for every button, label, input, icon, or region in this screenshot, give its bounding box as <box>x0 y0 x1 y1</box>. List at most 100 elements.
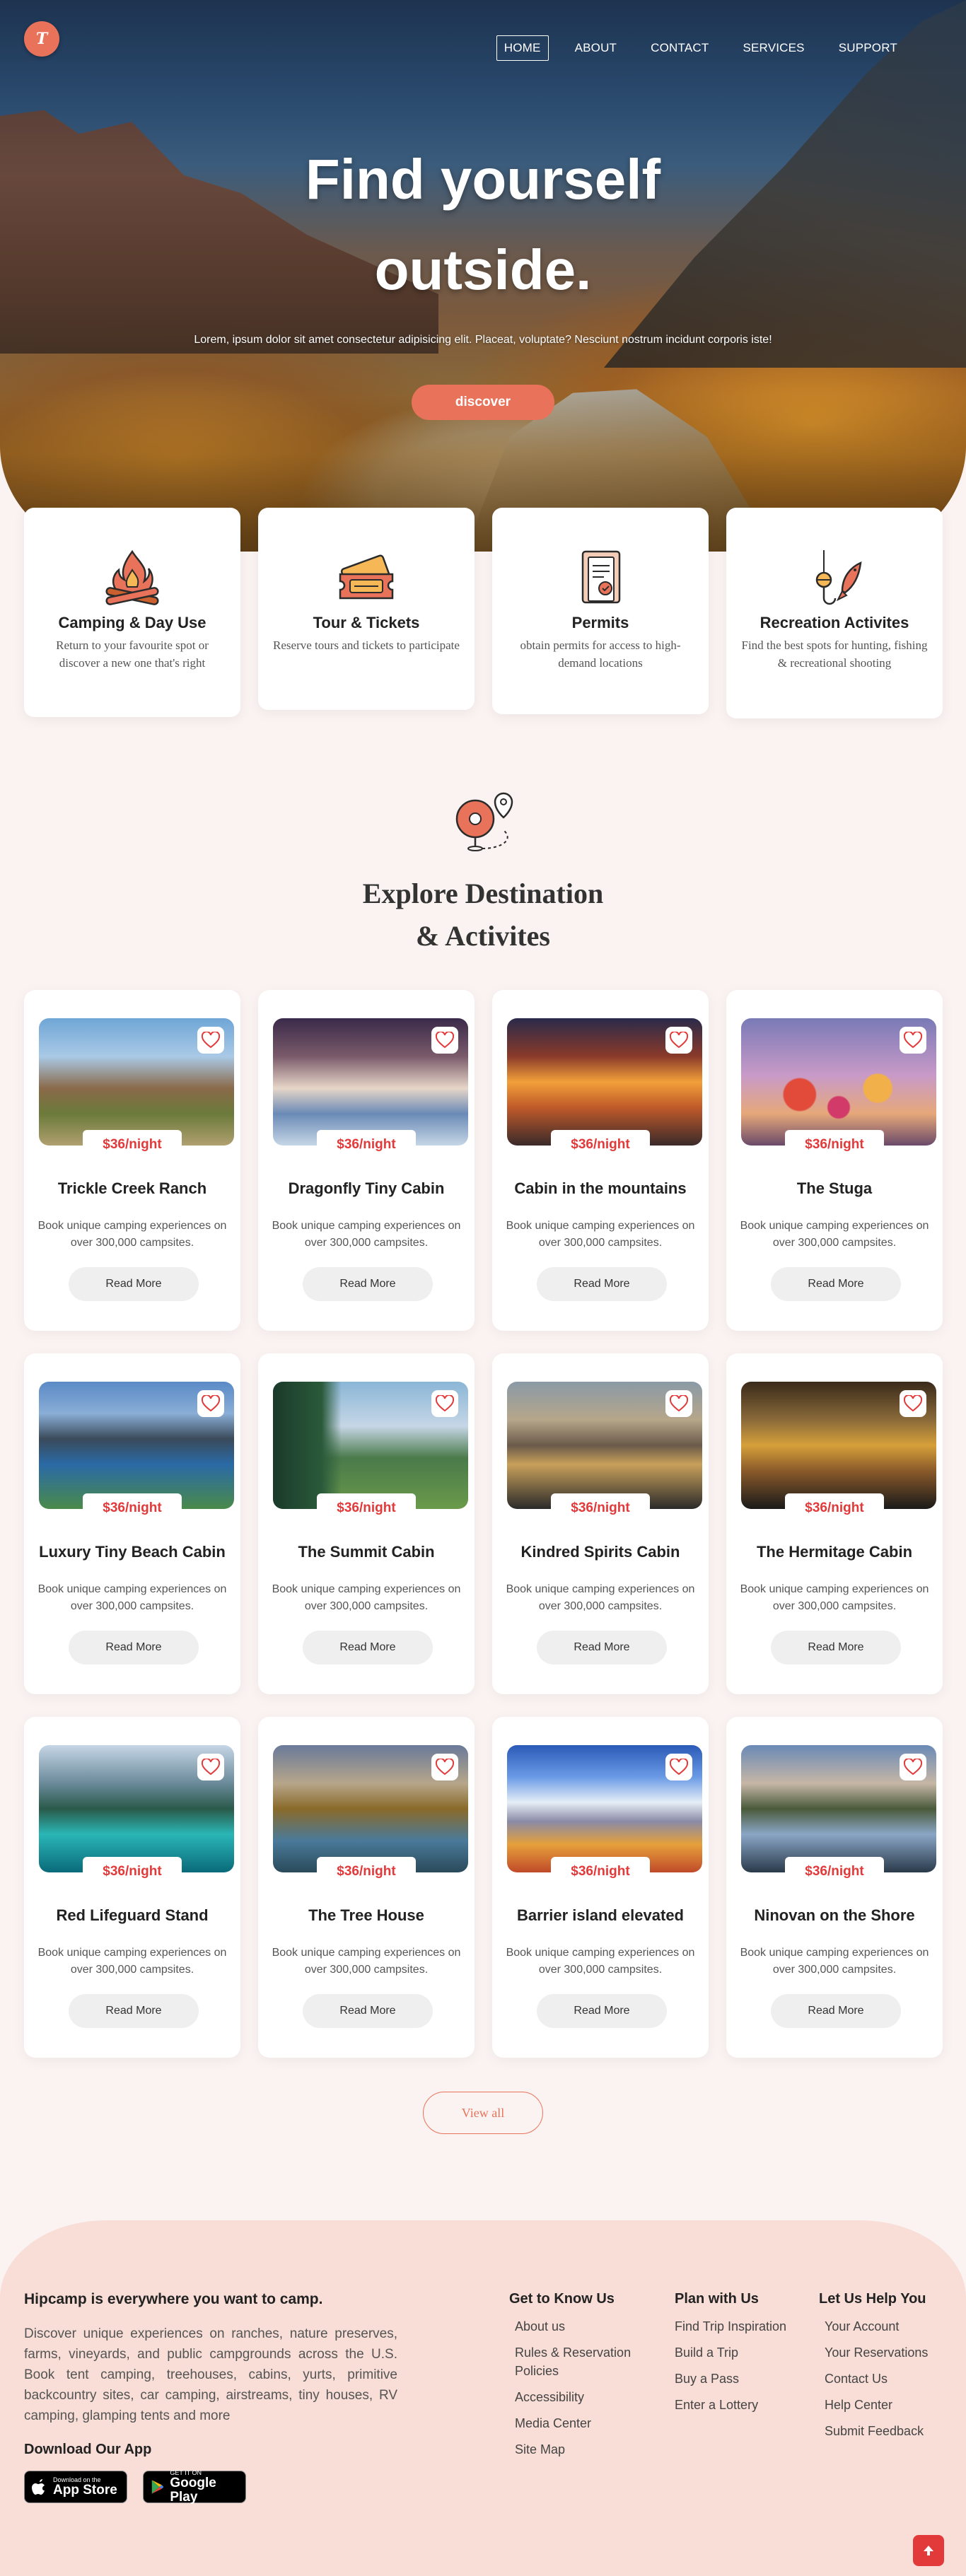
service-card-recreation[interactable]: Recreation Activites Find the best spots… <box>726 508 943 718</box>
site-logo[interactable]: T <box>24 21 59 57</box>
read-more-button[interactable]: Read More <box>303 1994 433 2028</box>
footer-link-your-account[interactable]: Your Account <box>819 2317 953 2336</box>
destination-desc: Book unique camping experiences on over … <box>740 1947 929 1976</box>
scroll-to-top-button[interactable] <box>913 2535 944 2566</box>
destination-name: Luxury Tiny Beach Cabin <box>39 1543 226 1561</box>
read-more-button[interactable]: Read More <box>771 1267 901 1301</box>
favorite-button[interactable] <box>431 1754 458 1781</box>
destination-name: Barrier island elevated <box>516 1906 684 1924</box>
favorite-button[interactable] <box>900 1754 926 1781</box>
destination-image <box>273 1745 468 1872</box>
destination-card[interactable]: $36/night Barrier island elevated Book uni… <box>492 1717 709 2058</box>
footer-link-enter-lottery[interactable]: Enter a Lottery <box>669 2396 810 2414</box>
app-store-button[interactable]: Download on the App Store <box>24 2471 127 2503</box>
destination-card[interactable]: $36/night Cabin in the mountains Book uniq… <box>492 990 709 1331</box>
service-title: Camping & Day Use <box>58 614 206 631</box>
nav-home[interactable]: HOME <box>496 35 549 61</box>
destination-name: The Hermitage Cabin <box>756 1543 913 1561</box>
destination-name: Kindred Spirits Cabin <box>520 1543 680 1561</box>
footer-link-submit-feedback[interactable]: Submit Feedback <box>819 2422 953 2440</box>
favorite-button[interactable] <box>197 1390 224 1417</box>
nav-about[interactable]: ABOUT <box>567 35 625 61</box>
read-more-button[interactable]: Read More <box>537 1267 667 1301</box>
destination-name: Ninovan on the Shore <box>754 1906 915 1924</box>
service-card-camping[interactable]: Camping & Day Use Return to your favouri… <box>24 508 240 717</box>
nav-support[interactable]: SUPPORT <box>831 35 905 61</box>
destination-card[interactable]: $36/night Dragonfly Tiny Cabin Book unique… <box>258 990 475 1331</box>
footer-link-about-us[interactable]: About us <box>509 2317 651 2336</box>
service-card-tickets[interactable]: Tour & Tickets Reserve tours and tickets… <box>258 508 475 710</box>
destination-card[interactable]: $36/night Luxury Tiny Beach Cabin Book uni… <box>24 1353 240 1694</box>
heart-icon <box>904 1395 922 1412</box>
destination-card[interactable]: $36/night The Stuga Book unique camping ex… <box>726 990 943 1331</box>
destination-card[interactable]: $36/night The Tree House Book unique campi… <box>258 1717 475 2058</box>
destination-card[interactable]: $36/night The Summit Cabin Book unique cam… <box>258 1353 475 1694</box>
hero-title-line-2: outside. <box>374 238 592 301</box>
read-more-button[interactable]: Read More <box>69 1267 199 1301</box>
google-play-big: Google Play <box>170 2476 216 2505</box>
footer-link-site-map[interactable]: Site Map <box>509 2440 651 2459</box>
favorite-button[interactable] <box>197 1027 224 1054</box>
favorite-button[interactable] <box>431 1027 458 1054</box>
read-more-button[interactable]: Read More <box>303 1631 433 1665</box>
favorite-button[interactable] <box>431 1390 458 1417</box>
service-text: Find the best spots for hunting, fishing… <box>741 639 928 670</box>
destination-price: $36/night <box>317 1130 416 1158</box>
arrow-up-icon <box>924 2546 933 2555</box>
discover-button[interactable]: discover <box>412 385 554 420</box>
footer-link-build-trip[interactable]: Build a Trip <box>669 2343 810 2362</box>
heart-icon <box>436 1395 454 1412</box>
heart-icon <box>202 1032 220 1049</box>
destination-price: $36/night <box>317 1857 416 1885</box>
destination-desc: Book unique camping experiences on over … <box>506 1220 695 1249</box>
favorite-button[interactable] <box>197 1754 224 1781</box>
favorite-button[interactable] <box>900 1390 926 1417</box>
footer-link-your-reservations[interactable]: Your Reservations <box>819 2343 953 2362</box>
destination-card[interactable]: $36/night Red Lifeguard Stand Book unique … <box>24 1717 240 2058</box>
service-card-permits[interactable]: Permits obtain permits for access to hig… <box>492 508 709 714</box>
nav-contact[interactable]: CONTACT <box>643 35 716 61</box>
app-store-badges: Download on the App Store GET IT ON Goog… <box>24 2469 397 2505</box>
footer-link-accessibility[interactable]: Accessibility <box>509 2388 651 2406</box>
service-title: Tour & Tickets <box>313 614 420 631</box>
favorite-button[interactable] <box>665 1754 692 1781</box>
read-more-button[interactable]: Read More <box>771 1994 901 2028</box>
view-all-button[interactable]: View all <box>423 2092 543 2134</box>
read-more-button[interactable]: Read More <box>537 1994 667 2028</box>
footer-link-help-center[interactable]: Help Center <box>819 2396 953 2414</box>
destination-card[interactable]: $36/night Ninovan on the Shore Book unique… <box>726 1717 943 2058</box>
destination-name: The Stuga <box>796 1179 873 1197</box>
logo-letter: T <box>35 30 48 48</box>
destination-name: Trickle Creek Ranch <box>57 1179 207 1197</box>
favorite-button[interactable] <box>665 1027 692 1054</box>
read-more-button[interactable]: Read More <box>69 1631 199 1665</box>
read-more-button[interactable]: Read More <box>771 1631 901 1665</box>
favorite-button[interactable] <box>900 1027 926 1054</box>
destination-price: $36/night <box>83 1493 182 1522</box>
read-more-button[interactable]: Read More <box>537 1631 667 1665</box>
explore-title: Explore Destination & Activites <box>0 873 966 957</box>
favorite-button[interactable] <box>665 1390 692 1417</box>
services-section: Camping & Day Use Return to your favouri… <box>24 508 943 720</box>
destination-desc: Book unique camping experiences on over … <box>506 1583 695 1612</box>
destination-desc: Book unique camping experiences on over … <box>740 1220 929 1249</box>
destination-image <box>507 1745 702 1872</box>
read-more-button[interactable]: Read More <box>303 1267 433 1301</box>
footer-col-help: Let Us Help You Your Account Your Reserv… <box>819 2291 953 2448</box>
destination-card[interactable]: $36/night Trickle Creek Ranch Book unique … <box>24 990 240 1331</box>
footer-link-trip-inspiration[interactable]: Find Trip Inspiration <box>669 2317 810 2336</box>
destination-image <box>273 1382 468 1509</box>
destination-card[interactable]: $36/night Kindred Spirits Cabin Book uniqu… <box>492 1353 709 1694</box>
nav-services[interactable]: SERVICES <box>735 35 812 61</box>
destination-name: The Tree House <box>308 1906 424 1924</box>
destination-desc: Book unique camping experiences on over … <box>272 1583 461 1612</box>
read-more-button[interactable]: Read More <box>69 1994 199 2028</box>
destination-name: The Summit Cabin <box>298 1543 435 1561</box>
google-play-button[interactable]: GET IT ON Google Play <box>143 2469 246 2505</box>
footer-link-contact-us[interactable]: Contact Us <box>819 2370 953 2388</box>
heart-icon <box>670 1395 688 1412</box>
destination-card[interactable]: $36/night The Hermitage Cabin Book unique … <box>726 1353 943 1694</box>
footer-link-media-center[interactable]: Media Center <box>509 2414 651 2432</box>
footer-link-rules[interactable]: Rules & Reservation Policies <box>509 2343 651 2380</box>
footer-link-buy-pass[interactable]: Buy a Pass <box>669 2370 810 2388</box>
